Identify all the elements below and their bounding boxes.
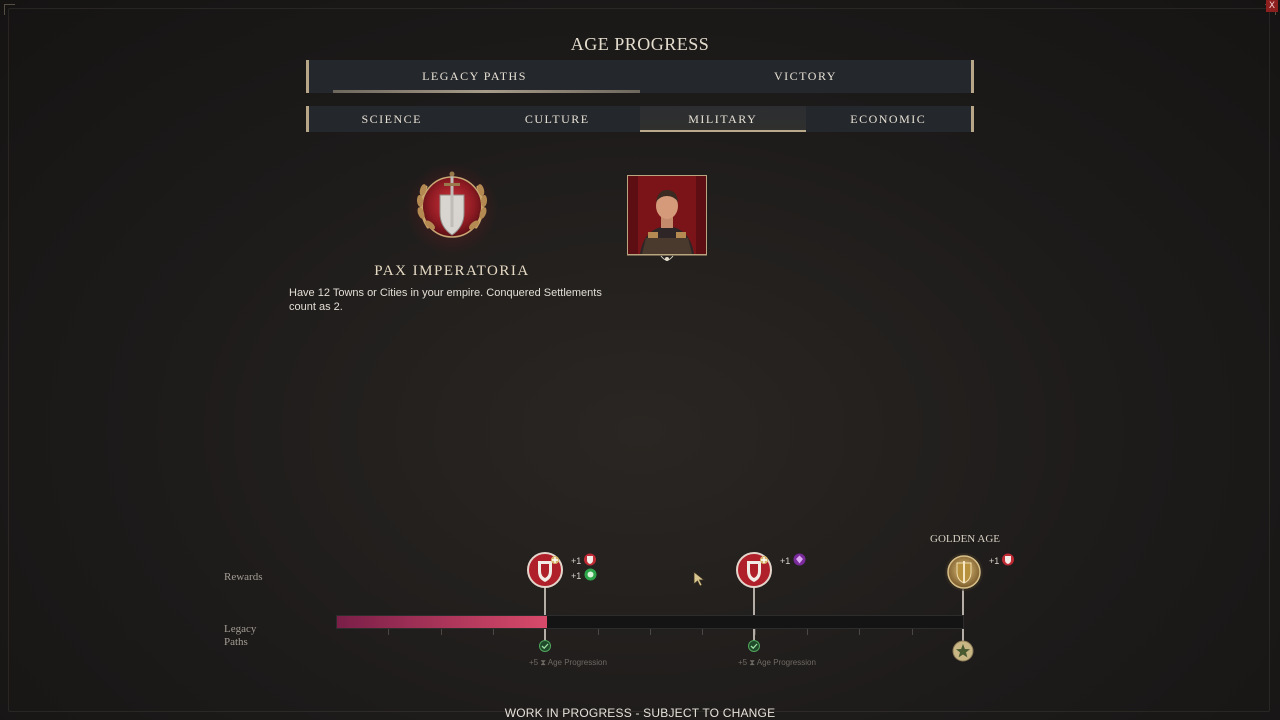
tab-label: ECONOMIC [850,112,927,126]
legacy-path-name: PAX IMPERATORIA [374,263,530,279]
reward-amount: +1 [571,556,582,566]
main-tab-bar: LEGACY PATHS VICTORY [306,60,974,93]
milestone-connector [753,587,755,615]
progress-tick [859,629,860,635]
close-button[interactable]: X [1266,0,1278,12]
checkmark-icon [539,640,551,652]
military-reward-icon[interactable] [736,552,772,588]
shield-red-icon [584,553,596,566]
progress-tick [650,629,651,635]
age-progress-amount: +5 [738,658,748,667]
tab-military[interactable]: MILITARY [640,106,806,132]
reward-amount: +1 [780,556,791,566]
active-tab-underline [640,130,806,132]
golden-age-label: GOLDEN AGE [930,533,1000,545]
progress-tick [755,629,756,635]
tab-legacy-paths[interactable]: LEGACY PATHS [309,60,640,93]
progress-fill [337,616,547,628]
page-title: AGE PROGRESS [570,34,710,54]
progress-tick [702,629,703,635]
sword-shield-laurel-icon [406,165,498,255]
active-tab-underline [333,90,640,93]
tab-label: LEGACY PATHS [422,69,527,83]
tab-culture[interactable]: CULTURE [475,106,641,132]
hourglass-icon: ⧗ [749,658,757,667]
tab-economic[interactable]: ECONOMIC [806,106,972,132]
progress-tick [912,629,913,635]
hourglass-icon: ⧗ [540,658,548,667]
tab-label: MILITARY [688,112,758,126]
rewards-label: Rewards [224,571,263,583]
sub-tab-bar: SCIENCE CULTURE MILITARY ECONOMIC [306,106,974,132]
tab-label: VICTORY [774,69,837,83]
progress-tick [493,629,494,635]
mouse-cursor-icon [693,571,706,587]
age-progress-text: +5 ⧗ Age Progression [738,658,816,668]
progress-tick [598,629,599,635]
progress-tick [807,629,808,635]
leader-portrait-image [628,176,706,254]
age-progress-label: Age Progression [756,658,816,667]
frame-corner-ornament [4,4,15,15]
tab-science[interactable]: SCIENCE [309,106,475,132]
footer-disclaimer: WORK IN PROGRESS - SUBJECT TO CHANGE [504,706,776,720]
age-progress-amount: +5 [529,658,539,667]
golden-age-star-icon[interactable] [952,640,974,662]
leader-portrait[interactable] [627,175,707,255]
legacy-path-description: Have 12 Towns or Cities in your empire. … [289,287,602,313]
progress-tick [441,629,442,635]
milestone-connector [962,589,964,615]
age-progress-label: Age Progression [547,658,607,667]
purple-gem-icon [793,553,806,566]
checkmark-icon [748,640,760,652]
tab-victory[interactable]: VICTORY [640,60,971,93]
golden-age-shield-icon[interactable] [944,552,984,592]
shield-red-icon [1002,553,1014,566]
progress-tick [388,629,389,635]
milestone-connector [544,587,546,615]
green-token-icon [584,568,597,581]
portrait-ornament [627,254,707,261]
tab-label: SCIENCE [361,112,422,126]
tab-label: CULTURE [524,112,590,126]
reward-amount: +1 [571,571,582,581]
reward-amount: +1 [989,556,1000,566]
progress-track [336,615,964,629]
age-progress-text: +5 ⧗ Age Progression [529,658,607,668]
military-reward-icon[interactable] [527,552,563,588]
legacy-paths-label: Legacy Paths [224,623,257,648]
